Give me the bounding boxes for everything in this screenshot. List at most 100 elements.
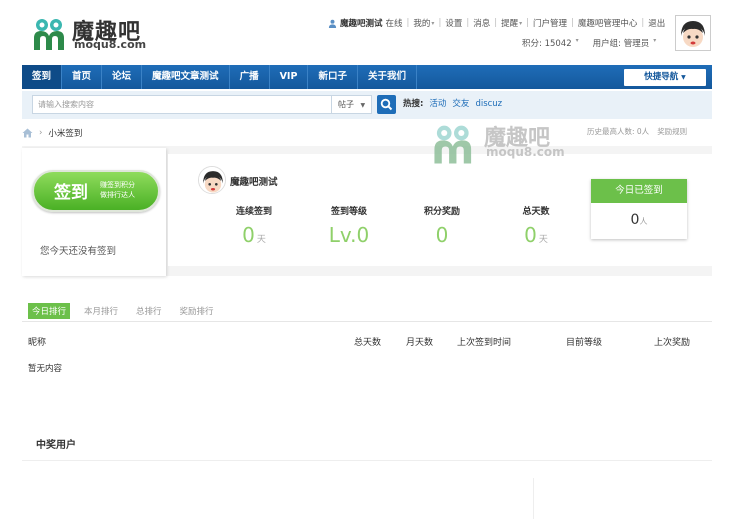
chevron-down-icon: ▼: [681, 74, 686, 81]
sign-button-subtitle: 赚签到积分 做排行达人: [100, 180, 135, 200]
user-icon: [328, 19, 337, 28]
divider: [533, 478, 534, 519]
username-link[interactable]: 魔趣吧测试: [340, 17, 383, 29]
chevron-down-icon: ▾: [431, 19, 435, 27]
search-input[interactable]: 请输入搜索内容: [32, 95, 332, 114]
sign-card: 签到 赚签到积分 做排行达人 您今天还没有签到: [22, 148, 166, 276]
sign-button[interactable]: 签到 赚签到积分 做排行达人: [32, 170, 160, 212]
sign-button-sub2: 做排行达人: [100, 191, 135, 199]
stat-value: 0天: [496, 223, 576, 247]
nav-item-about[interactable]: 关于我们: [358, 65, 417, 89]
stat-label: 签到等级: [330, 207, 367, 217]
stat-number: 0: [524, 223, 537, 247]
quick-nav-label: 快捷导航: [644, 72, 679, 82]
stat-number: 0: [435, 223, 449, 247]
chevron-down-icon: ▼: [360, 102, 366, 109]
portal-admin-link[interactable]: 门户管理: [533, 17, 567, 29]
logo-domain: moqu8.com: [74, 38, 147, 51]
hot-search-link[interactable]: 交友: [452, 95, 469, 114]
nav-item-articles[interactable]: 魔趣吧文章测试: [142, 65, 230, 89]
logo-mark-icon: [34, 19, 64, 50]
sign-button-sub1: 赚签到积分: [100, 181, 135, 189]
tab-total[interactable]: 总排行: [132, 303, 166, 319]
tab-reward[interactable]: 奖励排行: [176, 303, 218, 319]
watermark-domain: moqu8.com: [486, 145, 565, 159]
search-type-select[interactable]: 帖子 ▼: [332, 95, 372, 114]
nav-item-home[interactable]: 首页: [62, 65, 103, 89]
avatar-face-icon: [676, 16, 710, 50]
avatar[interactable]: [675, 15, 711, 51]
hot-search: 热搜: 活动 交友 discuz: [403, 95, 502, 114]
hot-search-link[interactable]: 活动: [429, 95, 446, 114]
watermark-logo-icon: [434, 125, 472, 164]
chevron-down-icon: ▾: [519, 19, 523, 27]
chevron-down-icon: ▾: [653, 37, 657, 44]
search-type-value: 帖子: [338, 100, 354, 109]
today-unit: 人: [639, 217, 648, 226]
stat-value: Lv.0: [309, 223, 389, 247]
site-logo[interactable]: 魔趣吧 moqu8.com: [32, 14, 162, 56]
avatar[interactable]: [198, 166, 226, 194]
user-info: 积分: 15042 ▾ 用户组: 管理员 ▾: [522, 37, 660, 49]
stat-level: 签到等级 Lv.0: [309, 204, 389, 247]
nav-item-forum[interactable]: 论坛: [102, 65, 143, 89]
divider: [22, 460, 712, 461]
search-icon: [380, 98, 393, 111]
tab-today[interactable]: 今日排行: [28, 303, 71, 319]
today-signed-title: 今日已签到: [591, 179, 687, 203]
nav-item-broadcast[interactable]: 广播: [230, 65, 270, 89]
column-header-level: 目前等级: [566, 338, 603, 348]
reward-rules-link[interactable]: 奖励规则: [657, 126, 687, 137]
today-signed-count: 0人: [591, 203, 687, 239]
column-header-month-days: 月天数: [406, 338, 434, 348]
admin-center-link[interactable]: 魔趣吧管理中心: [578, 17, 638, 29]
sign-stats-card: 魔趣吧测试 连续签到 0天 签到等级 Lv.0 积分奖励 0 总天数 0天 今日…: [168, 154, 712, 266]
breadcrumb-current: 小米签到: [48, 129, 83, 139]
divider: |: [466, 18, 470, 28]
column-header-last-reward: 上次奖励: [654, 338, 691, 348]
nav-item-sign[interactable]: 签到: [22, 65, 63, 89]
main-nav: 签到 首页 论坛 魔趣吧文章测试 广播 VIP 新口子 关于我们 快捷导航 ▼: [22, 65, 712, 89]
nav-item-new[interactable]: 新口子: [308, 65, 358, 89]
settings-link[interactable]: 设置: [445, 17, 462, 29]
divider: |: [526, 18, 529, 28]
empty-text: 暂无内容: [28, 364, 63, 374]
logout-link[interactable]: 退出: [648, 17, 665, 29]
top-user-links: 魔趣吧测试 在线 | 我的 ▾ | 设置 | 消息 | 提醒 ▾ | 门户管理 | …: [328, 16, 665, 30]
avatar-face-icon: [199, 167, 225, 193]
search-button[interactable]: [377, 95, 396, 114]
column-header-last-sign: 上次签到时间: [457, 338, 512, 348]
sign-button-label: 签到: [54, 183, 88, 203]
points-link[interactable]: 积分: 15042: [522, 37, 572, 49]
stat-label: 连续签到: [235, 207, 272, 217]
divider: |: [494, 18, 498, 28]
my-menu[interactable]: 我的: [413, 17, 430, 29]
divider: |: [641, 18, 645, 28]
tab-month[interactable]: 本月排行: [80, 303, 122, 319]
hot-search-label: 热搜:: [403, 99, 424, 109]
ranking-tabs: 今日排行 本月排行 总排行 奖励排行: [28, 303, 218, 319]
online-status[interactable]: 在线: [386, 17, 403, 29]
stat-unit: 天: [538, 235, 548, 245]
winners-title: 中奖用户: [36, 440, 76, 451]
stat-reward: 积分奖励 0: [402, 204, 482, 247]
hot-search-link[interactable]: discuz: [475, 95, 502, 114]
stat-unit: 天: [256, 235, 266, 245]
messages-link[interactable]: 消息: [473, 17, 490, 29]
stat-value: 0: [402, 223, 482, 247]
divider: |: [438, 18, 442, 28]
user-group-link[interactable]: 用户组: 管理员: [593, 37, 650, 49]
breadcrumb: › 小米签到: [22, 126, 82, 140]
home-icon[interactable]: [22, 128, 33, 138]
reminders-link[interactable]: 提醒: [501, 17, 518, 29]
nav-item-vip[interactable]: VIP: [270, 65, 309, 89]
column-header-nickname: 昵称: [28, 338, 47, 348]
stat-number: Lv.0: [328, 223, 370, 247]
profile-name: 魔趣吧测试: [230, 177, 278, 188]
stat-total-days: 总天数 0天: [496, 204, 576, 247]
quick-nav-button[interactable]: 快捷导航 ▼: [624, 69, 706, 86]
stat-value: 0天: [214, 223, 294, 247]
divider: |: [406, 18, 410, 28]
stat-consecutive: 连续签到 0天: [214, 204, 294, 247]
not-signed-text: 您今天还没有签到: [40, 246, 117, 257]
